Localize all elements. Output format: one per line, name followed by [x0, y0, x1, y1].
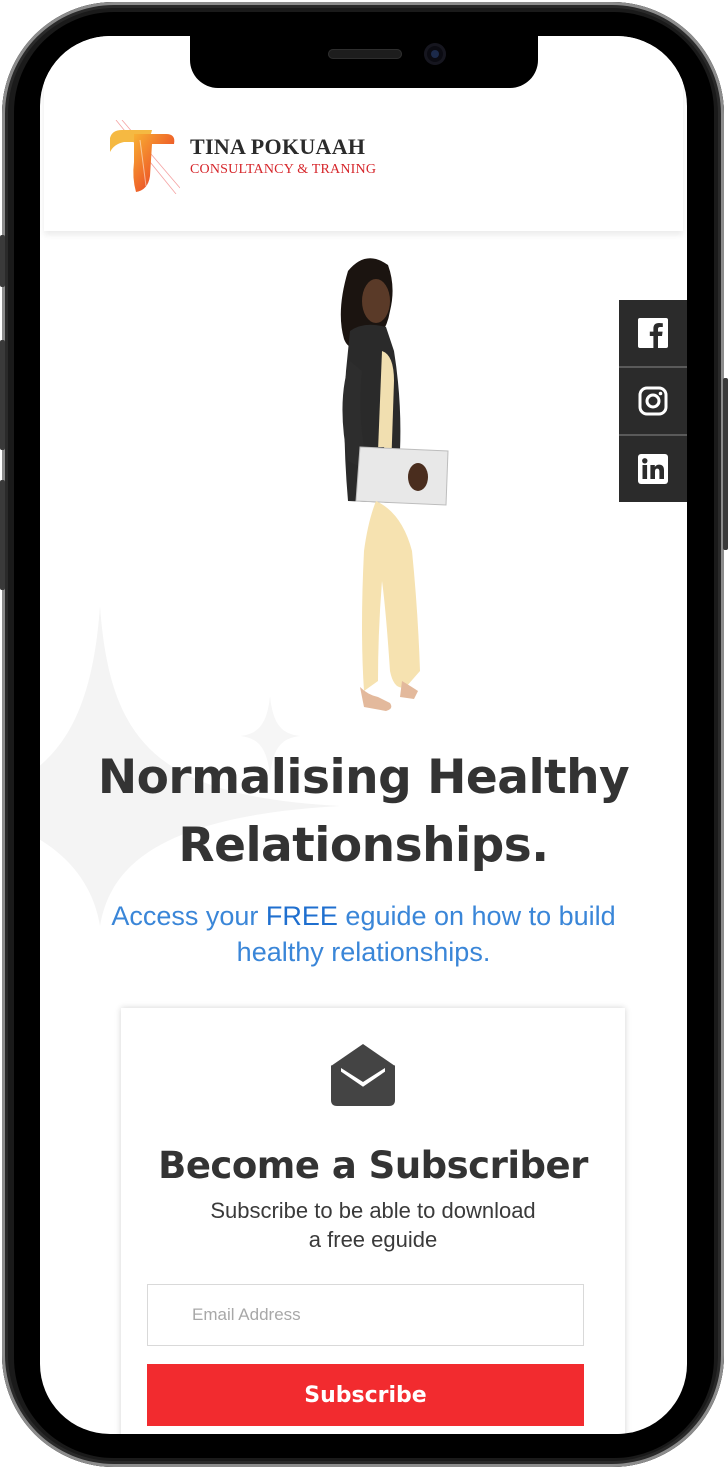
- social-links: [619, 300, 687, 502]
- phone-screen: TINA POKUAAH CONSULTANCY & TRANING Norma…: [40, 36, 687, 1434]
- subscribe-title: Become a Subscriber: [158, 1144, 588, 1187]
- subhead-free-emphasis: FREE: [265, 901, 338, 931]
- hero-headline-line1: Normalising Healthy: [97, 750, 630, 805]
- hero-subheading: Access your FREE eguide on how to build …: [100, 898, 627, 970]
- subscribe-card: Become a Subscriber Subscribe to be able…: [121, 1008, 625, 1434]
- side-button-silent: [0, 235, 5, 287]
- envelope-open-icon: [331, 1044, 395, 1106]
- brand-tagline: CONSULTANCY & TRANING: [190, 162, 377, 177]
- subscribe-subtitle-line2: a free eguide: [308, 1227, 438, 1252]
- subscribe-subtitle: Subscribe to be able to download a free …: [161, 1196, 585, 1254]
- facebook-icon: [638, 318, 668, 348]
- phone-notch: [190, 36, 538, 88]
- brand-name: TINA POKUAAH: [190, 134, 366, 159]
- hero-person-image: [340, 258, 449, 711]
- hero-headline-line2: Relationships.: [178, 818, 549, 873]
- subscribe-subtitle-line1: Subscribe to be able to download: [210, 1198, 536, 1223]
- side-button-power: [723, 378, 728, 550]
- hero-headline: Normalising Healthy Relationships.: [40, 744, 687, 880]
- front-camera: [424, 43, 446, 65]
- earpiece-speaker: [328, 49, 402, 59]
- brand-logo[interactable]: [110, 120, 180, 194]
- linkedin-link[interactable]: [619, 436, 687, 502]
- side-button-volume-up: [0, 340, 5, 450]
- subhead-text-start: Access your: [111, 901, 266, 931]
- email-field[interactable]: [147, 1284, 584, 1346]
- instagram-link[interactable]: [619, 368, 687, 436]
- side-button-volume-down: [0, 480, 5, 590]
- subscribe-button[interactable]: Subscribe: [147, 1364, 584, 1426]
- instagram-icon: [638, 386, 668, 416]
- facebook-link[interactable]: [619, 300, 687, 368]
- linkedin-icon: [638, 454, 668, 484]
